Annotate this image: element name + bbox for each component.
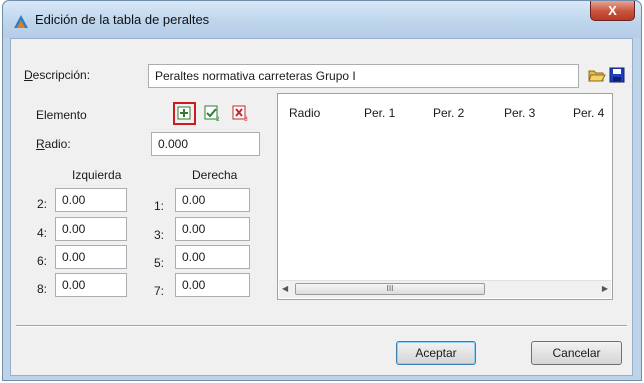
descripcion-label: Descripción: [24,68,90,82]
grid-header-per4[interactable]: Per. 4 [573,106,604,120]
horizontal-scrollbar[interactable]: ◀ III ▶ [279,280,611,298]
grid-header-per3[interactable]: Per. 3 [504,106,535,120]
scroll-grip-icon: III [386,284,394,293]
grid-header-per2[interactable]: Per. 2 [433,106,464,120]
elemento-label: Elemento [36,108,87,122]
edit-row-icon[interactable]: 2 [203,104,221,122]
izquierda-field-6[interactable]: 0.00 [55,245,127,269]
izquierda-index: 6: [37,254,48,268]
radio-label: Radio: [36,137,71,151]
window-title: Edición de la tabla de peraltes [35,12,210,27]
derecha-field-7[interactable]: 0.00 [175,273,250,297]
radio-input[interactable]: 0.000 [151,132,260,156]
derecha-index: 1: [154,199,165,213]
derecha-field-5[interactable]: 0.00 [175,245,250,269]
grid-header-per1[interactable]: Per. 1 [364,106,395,120]
izquierda-index: 2: [37,197,48,211]
grid-header-radio[interactable]: Radio [289,106,320,120]
delete-row-icon[interactable]: 3 [231,104,249,122]
svg-text:2: 2 [216,116,220,122]
descripcion-label-accel: D [24,68,33,82]
close-button[interactable]: X [590,1,635,21]
scroll-left-icon[interactable]: ◀ [282,284,288,293]
derecha-field-1[interactable]: 0.00 [175,188,250,212]
izquierda-label: Izquierda [72,168,122,182]
dialog-body: Descripción: Peraltes normativa carreter… [10,38,633,376]
save-icon[interactable] [609,67,625,83]
derecha-index: 7: [154,284,165,298]
accept-button[interactable]: Aceptar [396,341,476,365]
izquierda-index: 8: [37,282,48,296]
add-row-button[interactable] [173,102,196,125]
izquierda-index: 4: [37,226,48,240]
radio-label-accel: R [36,137,45,151]
title-bar[interactable]: Edición de la tabla de peraltes X [3,1,641,38]
scroll-thumb[interactable]: III [295,283,485,295]
derecha-label: Derecha [192,168,238,182]
izquierda-field-8[interactable]: 0.00 [55,273,127,297]
radio-label-rest: adio: [44,137,71,151]
izquierda-field-4[interactable]: 0.00 [55,217,127,241]
izquierda-field-2[interactable]: 0.00 [55,188,127,212]
peraltes-grid[interactable]: Radio Per. 1 Per. 2 Per. 3 Per. 4 ◀ III … [277,93,613,300]
svg-text:3: 3 [244,116,248,122]
folder-open-icon[interactable] [588,67,606,83]
app-icon [14,15,28,28]
descripcion-input[interactable]: Peraltes normativa carreteras Grupo I [148,64,579,88]
cancel-button[interactable]: Cancelar [531,341,622,365]
add-row-icon [177,106,191,120]
derecha-index: 3: [154,228,165,242]
descripcion-label-rest: escripción: [32,68,91,82]
derecha-field-3[interactable]: 0.00 [175,217,250,241]
dialog-window: Edición de la tabla de peraltes X Descri… [2,0,642,381]
derecha-index: 5: [154,256,165,270]
scroll-right-icon[interactable]: ▶ [602,284,608,293]
separator [16,325,627,327]
